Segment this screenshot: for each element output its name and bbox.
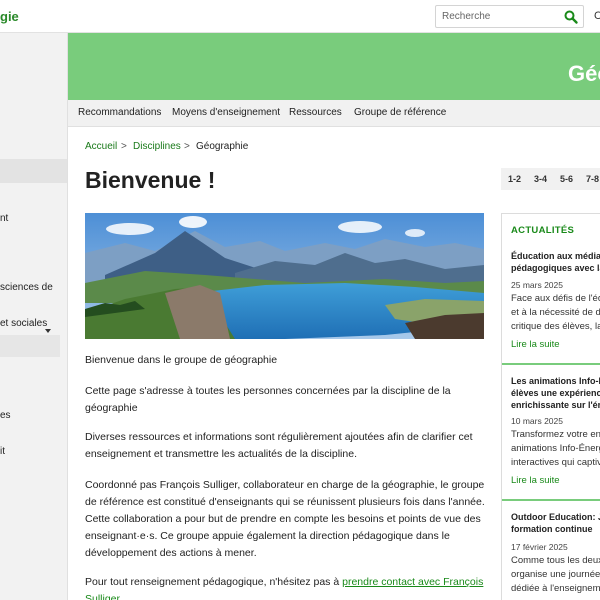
news-date: 25 mars 2025: [511, 280, 563, 290]
sidebar-item[interactable]: es: [0, 410, 11, 421]
top-bar: gie C: [0, 0, 600, 33]
top-extra-link[interactable]: C: [594, 10, 600, 22]
read-more-link[interactable]: Lire la suite: [511, 339, 560, 350]
news-excerpt: Face aux défis de l'édu et à la nécessité…: [511, 293, 600, 332]
nav-moyens-enseignement[interactable]: Moyens d'enseignement: [172, 107, 280, 118]
page-title: Bienvenue !: [85, 167, 216, 193]
resources-paragraph: Diverses ressources et informations sont…: [85, 431, 473, 460]
news-excerpt: Transformez votre ens animations Info-Éne…: [511, 429, 600, 468]
sidebar-item[interactable]: sciences de: [0, 282, 53, 293]
intro-paragraph: Bienvenue dans le groupe de géographie: [85, 354, 278, 366]
breadcrumb-accueil[interactable]: Accueil: [85, 141, 117, 152]
news-divider: [502, 499, 600, 501]
read-more-link[interactable]: Lire la suite: [511, 475, 560, 486]
sidebar-highlight: [0, 159, 67, 183]
contact-prefix: Pour tout renseignement pédagogique, n'h…: [85, 576, 343, 588]
nav-groupe-reference[interactable]: Groupe de référence: [354, 107, 446, 118]
banner-title: Géo: [568, 61, 600, 86]
contact-paragraph: Pour tout renseignement pédagogique, n'h…: [85, 574, 485, 600]
grade-tab[interactable]: 5-6: [560, 174, 573, 184]
breadcrumb-current: Géographie: [196, 141, 249, 152]
nav-recommandations[interactable]: Recommandations: [78, 107, 161, 118]
news-date: 17 février 2025: [511, 542, 568, 552]
landscape-image: [85, 213, 484, 339]
site-title[interactable]: gie: [0, 9, 19, 24]
main-nav: Recommandations Moyens d'enseignement Re…: [68, 100, 600, 127]
breadcrumb-separator: >: [184, 141, 190, 152]
sidebar: nt sciences de et sociales es it: [0, 33, 68, 600]
coordination-paragraph: Coordonné pas François Sulliger, collabo…: [85, 479, 485, 559]
news-date: 10 mars 2025: [511, 416, 563, 426]
breadcrumb-disciplines[interactable]: Disciplines: [133, 141, 181, 152]
grade-tab[interactable]: 3-4: [534, 174, 547, 184]
grade-selector: 1-2 3-4 5-6 7-8: [501, 168, 600, 190]
news-divider: [502, 363, 600, 365]
news-title[interactable]: Éducation aux médias pédagogiques avec la: [511, 250, 600, 274]
news-title[interactable]: Les animations Info-É élèves une expérien…: [511, 375, 600, 411]
sidebar-item[interactable]: et sociales: [0, 318, 47, 329]
sidebar-highlight-active: [0, 335, 60, 357]
search-icon: [564, 10, 578, 24]
discipline-banner: Géo: [68, 33, 600, 100]
search-box[interactable]: [435, 5, 584, 28]
audience-paragraph: Cette page s'adresse à toutes les person…: [85, 385, 451, 414]
news-heading: ACTUALITÉS: [511, 225, 575, 236]
sidebar-item[interactable]: nt: [0, 213, 8, 224]
news-excerpt: Comme tous les deux organise une journée d…: [511, 555, 600, 594]
grade-tab[interactable]: 7-8: [586, 174, 599, 184]
sidebar-item[interactable]: it: [0, 446, 5, 457]
search-button[interactable]: [563, 9, 579, 25]
news-panel: ACTUALITÉS Éducation aux médias pédagogiq…: [501, 213, 600, 600]
nav-ressources[interactable]: Ressources: [289, 107, 342, 118]
breadcrumb-separator: >: [121, 141, 127, 152]
news-title[interactable]: Outdoor Education: Jo formation continue: [511, 511, 600, 535]
search-input[interactable]: [436, 6, 556, 27]
grade-tab[interactable]: 1-2: [508, 174, 521, 184]
